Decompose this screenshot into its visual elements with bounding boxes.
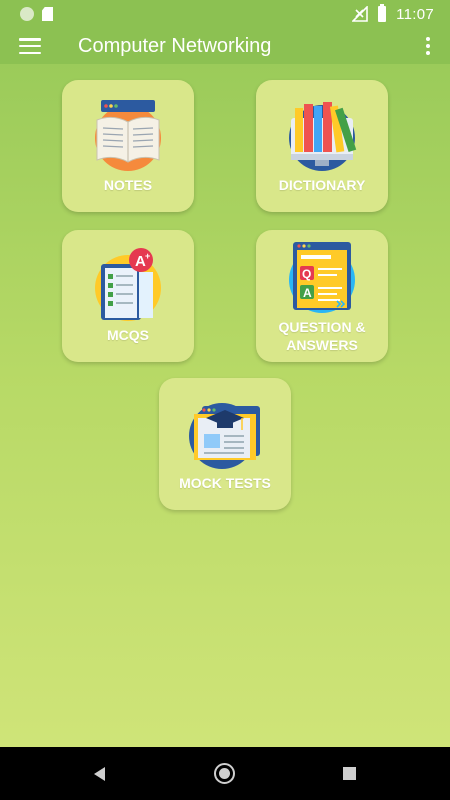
question-answers-tile[interactable]: Q A QUESTION & ANSWERS [256,230,388,362]
status-bar: 11:07 [0,0,450,28]
navigation-bar [0,747,450,800]
question-answers-label: QUESTION & ANSWERS [278,319,366,353]
svg-text:Q: Q [302,267,311,281]
battery-icon [378,4,387,22]
svg-text:A: A [303,286,312,300]
dictionary-tile[interactable]: DICTIONARY [256,80,388,212]
recents-square-icon[interactable] [343,767,356,780]
mock-tests-label: MOCK TESTS [179,475,271,491]
home-circle-icon[interactable] [214,763,235,784]
notification-dot-icon [20,7,34,21]
back-triangle-icon[interactable] [94,767,105,781]
open-book-icon [91,98,165,172]
dictionary-label: DICTIONARY [278,177,366,193]
qa-document-icon: Q A [285,240,359,314]
app-bar: Computer Networking [0,28,450,64]
status-time: 11:07 [396,5,434,23]
mock-tests-tile[interactable]: MOCK TESTS [159,378,291,510]
sd-card-icon [42,7,53,21]
bookshelf-monitor-icon [285,98,359,172]
no-signal-icon [352,6,368,22]
mcqs-tile[interactable]: A + MCQS [62,230,194,362]
more-vert-icon[interactable] [426,37,430,55]
app-title: Computer Networking [78,34,272,57]
main-content: NOTES DICTIONARY A + MCQS Q A QUESTION &… [0,64,450,747]
graduation-test-icon [188,396,262,470]
hamburger-menu-icon[interactable] [19,38,41,54]
notes-label: NOTES [103,177,153,193]
mcqs-label: MCQS [107,327,149,343]
notes-tile[interactable]: NOTES [62,80,194,212]
checklist-grade-icon: A + [91,248,165,322]
svg-text:+: + [145,251,150,261]
